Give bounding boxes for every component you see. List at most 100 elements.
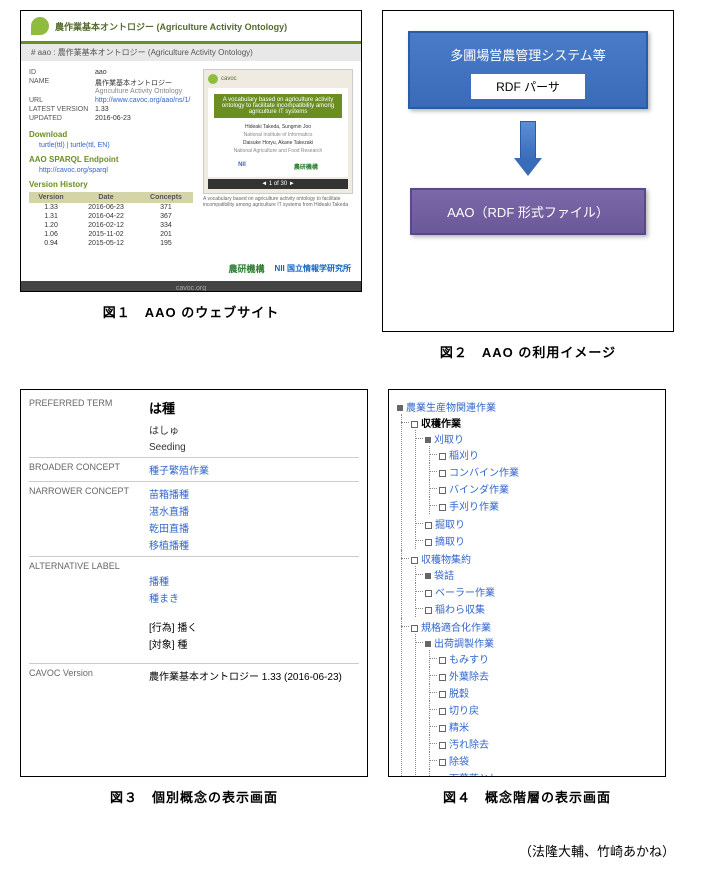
tree-leaf: 精米: [439, 718, 657, 735]
cavoc-logo-icon: [208, 74, 218, 84]
tree-leaf: 稲刈り: [439, 446, 657, 463]
fig1-caption: 図１ AAO のウェブサイト: [20, 302, 362, 321]
expand-icon[interactable]: [425, 590, 432, 597]
meta-label: LATEST VERSION: [29, 106, 89, 113]
concept-tree: 農業生産物関連作業 収穫作業 刈取り 稲刈り コンバイン作業 バインダ作業 手刈…: [397, 398, 657, 777]
fig2-panel: 多圃場営農管理システム等 RDF パーサ AAO（RDF 形式ファイル）: [382, 10, 674, 332]
tree-leaf: もみすり: [439, 650, 657, 667]
version-value: 農作業基本オントロジー 1.33 (2016-06-23): [149, 668, 359, 683]
site-title: 農作業基本オントロジー (Agriculture Activity Ontolo…: [55, 20, 287, 33]
bullet-icon: [425, 437, 431, 443]
table-row: 1.332016-06-23371: [29, 203, 193, 212]
tree-leaf: 外葉除去: [439, 667, 657, 684]
expand-icon[interactable]: [439, 776, 446, 777]
expand-icon[interactable]: [439, 742, 446, 749]
pres-author: Hideaki Takeda, Sungmin Joo: [214, 124, 342, 130]
system-label: 多圃場営農管理システム等: [418, 45, 638, 64]
tree-node[interactable]: 規格適合化作業: [421, 623, 491, 634]
site-footer: cavoc.org: [21, 281, 361, 292]
tree-node[interactable]: 刈取り: [434, 435, 464, 446]
th-version: Version: [29, 192, 73, 203]
alternative-label: ALTERNATIVE LABEL: [29, 561, 149, 571]
tree-leaf: 切り戻: [439, 701, 657, 718]
meta-value: 1.33: [95, 106, 193, 113]
tree-node[interactable]: 収穫物集約: [421, 555, 471, 566]
preferred-term-value: は種: [149, 398, 359, 417]
fig3-caption: 図３ 個別概念の表示画面: [20, 787, 368, 806]
expand-icon[interactable]: [425, 522, 432, 529]
tree-leaf: 手刈り作業: [439, 497, 657, 514]
slide-nav[interactable]: ◄ 1 of 30 ►: [208, 179, 348, 189]
bullet-icon: [425, 573, 431, 579]
expand-icon[interactable]: [439, 759, 446, 766]
tree-leaf: 下葉落とし: [439, 769, 657, 777]
narrower-label: NARROWER CONCEPT: [29, 486, 149, 501]
download-links[interactable]: turtle(ttl) | turtle(ttl, EN): [39, 142, 193, 149]
pres-logo-nii: NII: [238, 162, 246, 171]
tree-node[interactable]: 収穫作業: [421, 419, 461, 430]
preferred-term-label: PREFERRED TERM: [29, 398, 149, 417]
table-row: 1.312016-04-22367: [29, 212, 193, 221]
narrower-link[interactable]: 苗箱播種: [149, 486, 359, 501]
pres-title: A vocabulary based on agriculture activi…: [214, 94, 342, 118]
narrower-link[interactable]: 乾田直播: [149, 520, 359, 535]
expand-icon[interactable]: [439, 725, 446, 732]
presentation-embed[interactable]: cavoc A vocabulary based on agriculture …: [203, 69, 353, 194]
naro-logo: 農研機構: [229, 262, 265, 275]
tree-node[interactable]: 農業生産物関連作業: [406, 403, 496, 414]
aao-file-box: AAO（RDF 形式ファイル）: [410, 188, 646, 235]
tree-leaf: 掘取り: [425, 515, 657, 532]
pres-header: cavoc: [221, 76, 237, 82]
fig2-caption: 図２ AAO の利用イメージ: [382, 342, 674, 361]
endpoint-link[interactable]: http://cavoc.org/sparql: [39, 167, 193, 174]
pres-affil: National Agriculture and Food Research: [214, 148, 342, 154]
fig1-panel: 農作業基本オントロジー (Agriculture Activity Ontolo…: [20, 10, 362, 292]
expand-icon[interactable]: [439, 504, 446, 511]
expand-icon[interactable]: [439, 657, 446, 664]
meta-value: Agriculture Activity Ontology: [95, 88, 193, 95]
broader-link[interactable]: 種子繁殖作業: [149, 462, 359, 477]
meta-value: aao: [95, 69, 193, 76]
tree-leaf: コンバイン作業: [439, 463, 657, 480]
version-label: CAVOC Version: [29, 668, 149, 683]
expand-icon[interactable]: [411, 557, 418, 564]
narrower-link[interactable]: 移植播種: [149, 537, 359, 552]
fig4-panel: 農業生産物関連作業 収穫作業 刈取り 稲刈り コンバイン作業 バインダ作業 手刈…: [388, 389, 666, 777]
version-table: VersionDateConcepts 1.332016-06-23371 1.…: [29, 192, 193, 248]
fig3-panel: PREFERRED TERMは種 はしゅ Seeding BROADER CON…: [20, 389, 368, 777]
tree-leaf: 脱穀: [439, 684, 657, 701]
alt-label-link[interactable]: 種まき: [149, 590, 359, 605]
alt-action: [行為] 播く: [149, 619, 359, 634]
parser-box: RDF パーサ: [471, 74, 585, 99]
tree-leaf: ベーラー作業: [425, 583, 657, 600]
table-row: 1.062015-11-02201: [29, 230, 193, 239]
expand-icon[interactable]: [425, 539, 432, 546]
broader-label: BROADER CONCEPT: [29, 462, 149, 477]
authors: （法隆大輔、竹崎あかね）: [20, 841, 705, 860]
narrower-link[interactable]: 湛水直播: [149, 503, 359, 518]
expand-icon[interactable]: [425, 607, 432, 614]
tree-leaf: 稲わら収集: [425, 600, 657, 617]
site-header: 農作業基本オントロジー (Agriculture Activity Ontolo…: [21, 11, 361, 44]
site-logo-icon: [31, 17, 49, 35]
expand-icon[interactable]: [411, 625, 418, 632]
expand-icon[interactable]: [439, 453, 446, 460]
expand-icon[interactable]: [411, 421, 418, 428]
expand-icon[interactable]: [439, 470, 446, 477]
th-date: Date: [73, 192, 139, 203]
meta-url-link[interactable]: http://www.cavoc.org/aao/ns/1/: [95, 97, 193, 104]
expand-icon[interactable]: [439, 691, 446, 698]
pres-affil: National Institute of Informatics: [214, 132, 342, 138]
tree-node[interactable]: 出荷調製作業: [434, 639, 494, 650]
alt-label-link[interactable]: 播種: [149, 573, 359, 588]
expand-icon[interactable]: [439, 487, 446, 494]
expand-icon[interactable]: [439, 708, 446, 715]
expand-icon[interactable]: [439, 674, 446, 681]
meta-label: URL: [29, 97, 89, 104]
tree-leaf: 袋詰: [425, 566, 657, 583]
breadcrumb: # aao : 農作業基本オントロジー (Agriculture Activit…: [21, 44, 361, 61]
meta-value: 農作業基本オントロジー: [95, 78, 193, 88]
meta-value: 2016-06-23: [95, 115, 193, 122]
english-label: Seeding: [149, 442, 359, 453]
pres-logo-naro: 農研機構: [294, 162, 318, 171]
